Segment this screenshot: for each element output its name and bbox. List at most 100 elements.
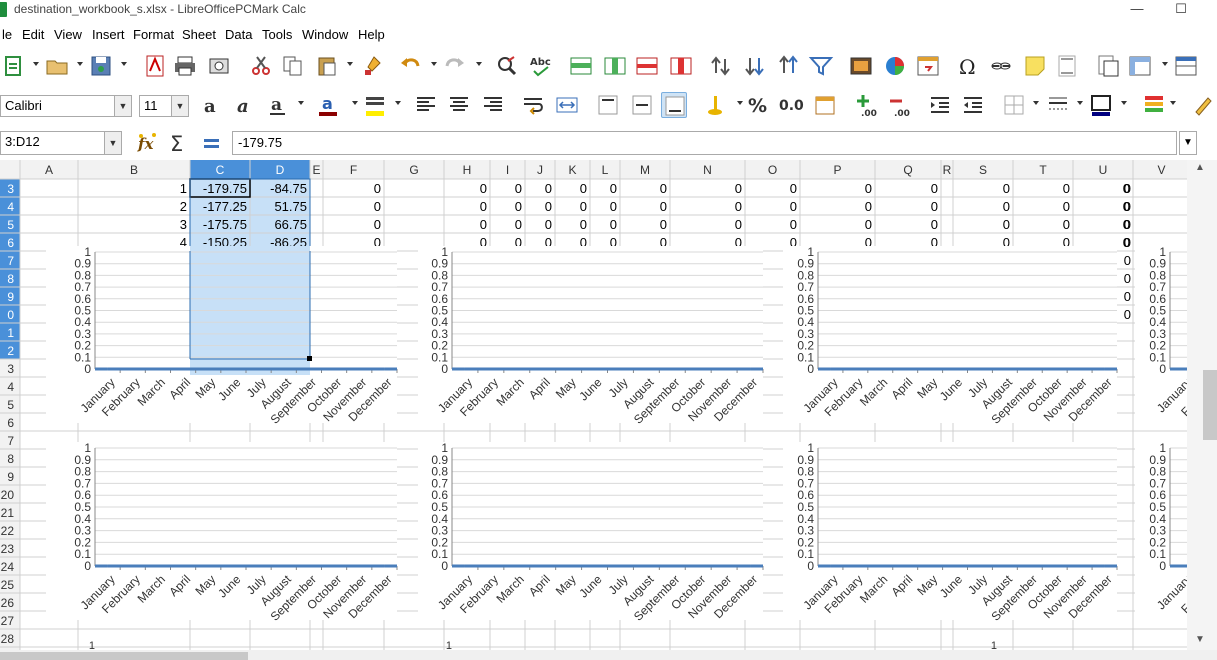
chevron-down-icon[interactable]	[352, 101, 358, 105]
cell-zero-u[interactable]: 0	[1124, 217, 1131, 232]
cell-zero[interactable]: 0	[865, 181, 872, 196]
fill-handle[interactable]	[307, 356, 312, 361]
column-header-A[interactable]: A	[45, 163, 53, 177]
hyperlink-icon[interactable]	[988, 53, 1014, 79]
align-center-icon[interactable]	[446, 92, 472, 118]
chart-3[interactable]: 10.90.80.70.60.50.40.30.20.10JanuaryFebr…	[783, 245, 1118, 427]
row-header-12[interactable]: 5	[7, 398, 14, 412]
chevron-down-icon[interactable]	[431, 62, 437, 66]
row-header-8[interactable]: 1	[7, 326, 14, 340]
cell-zero[interactable]: 0	[515, 181, 522, 196]
row-header-6[interactable]: 9	[7, 290, 14, 304]
freeze-rows-icon[interactable]	[1127, 53, 1153, 79]
special-character-icon[interactable]: Ω	[956, 53, 982, 79]
decrease-indent-icon[interactable]	[960, 92, 986, 118]
row-header-20[interactable]: 23	[1, 542, 15, 556]
open-icon[interactable]	[44, 53, 70, 79]
center-vertically-icon[interactable]	[629, 92, 655, 118]
align-top-icon[interactable]	[595, 92, 621, 118]
chart-1[interactable]: 10.90.80.70.60.50.40.30.20.10JanuaryFebr…	[46, 245, 398, 427]
cell-zero[interactable]: 0	[1003, 199, 1010, 214]
menu-view[interactable]: View	[54, 27, 82, 42]
cell-zero[interactable]: 0	[580, 217, 587, 232]
row-header-13[interactable]: 6	[7, 416, 14, 430]
cell-c[interactable]: -179.75	[203, 181, 247, 196]
menu-insert[interactable]: Insert	[92, 27, 125, 42]
cell-zero[interactable]: 0	[1003, 217, 1010, 232]
cell-zero[interactable]: 0	[790, 181, 797, 196]
percent-icon[interactable]: %	[746, 92, 772, 118]
column-header-D[interactable]: D	[276, 163, 285, 177]
row-header-5[interactable]: 8	[7, 272, 14, 286]
clone-format-icon[interactable]	[360, 53, 386, 79]
font-name-box[interactable]: Calibri ▼	[0, 95, 132, 117]
align-right-icon[interactable]	[480, 92, 506, 118]
scroll-thumb[interactable]	[1203, 370, 1217, 440]
borders-icon[interactable]	[1001, 92, 1027, 118]
cell-zero-u[interactable]: 0	[1124, 199, 1131, 214]
row-header-4[interactable]: 7	[7, 254, 14, 268]
delete-decimal-icon[interactable]: .00	[886, 92, 912, 119]
row-icon[interactable]	[568, 53, 594, 79]
cell-zero[interactable]: 0	[1063, 217, 1070, 232]
column-header-O[interactable]: O	[768, 163, 777, 177]
chevron-down-icon[interactable]: ▼	[171, 96, 188, 116]
column-icon[interactable]	[602, 53, 628, 79]
column-header-M[interactable]: M	[640, 163, 650, 177]
border-color-icon[interactable]	[1088, 92, 1114, 118]
row-header-14[interactable]: 7	[7, 434, 14, 448]
cell-zero[interactable]: 0	[865, 217, 872, 232]
formula-input[interactable]: -179.75	[232, 131, 1177, 155]
cell-zero[interactable]: 0	[545, 217, 552, 232]
cell-zero[interactable]: 0	[931, 181, 938, 196]
column-header-F[interactable]: F	[350, 163, 357, 177]
cell-zero[interactable]: 0	[480, 199, 487, 214]
row-header-18[interactable]: 21	[1, 506, 15, 520]
cut-icon[interactable]	[248, 53, 274, 79]
chevron-down-icon[interactable]	[1162, 62, 1168, 66]
row-header-19[interactable]: 22	[1, 524, 15, 538]
align-left-icon[interactable]	[413, 92, 439, 118]
chart-icon[interactable]	[882, 53, 908, 79]
row-header-9[interactable]: 2	[7, 344, 14, 358]
column-header-K[interactable]: K	[568, 163, 576, 177]
cell-zero[interactable]: 0	[374, 181, 381, 196]
chevron-down-icon[interactable]	[298, 101, 304, 105]
cell-zero[interactable]: 0	[735, 217, 742, 232]
new-icon[interactable]	[0, 53, 26, 79]
spreadsheet-grid[interactable]: A B C D E F G H I J K L M N O P Q R S T U V345678901234567892…	[0, 160, 1187, 650]
chevron-down-icon[interactable]	[1121, 101, 1127, 105]
menu-edit[interactable]: Edit	[22, 27, 44, 42]
border-style-icon[interactable]	[1045, 92, 1071, 118]
cell-zero[interactable]: 0	[545, 199, 552, 214]
menu-tools[interactable]: Tools	[262, 27, 292, 42]
column-header-H[interactable]: H	[463, 163, 472, 177]
row-header-17[interactable]: 20	[1, 488, 15, 502]
copy-icon[interactable]	[280, 53, 306, 79]
minimize-button[interactable]: —	[1122, 0, 1152, 20]
cell-zero-u[interactable]: 0	[1124, 253, 1131, 268]
column-header-L[interactable]: L	[602, 163, 609, 177]
cell-zero[interactable]: 0	[1003, 181, 1010, 196]
cell-zero[interactable]: 0	[545, 181, 552, 196]
chevron-down-icon[interactable]	[77, 62, 83, 66]
row-header-22[interactable]: 25	[1, 578, 15, 592]
row-header-2[interactable]: 5	[7, 218, 14, 232]
cell-zero[interactable]: 0	[931, 217, 938, 232]
scroll-up-icon[interactable]: ▲	[1195, 162, 1205, 173]
chart-4[interactable]: 10.90.80.70.60.50.40.30.20.10JanuaryFebr…	[46, 441, 398, 624]
cell-zero[interactable]: 0	[660, 217, 667, 232]
cell-zero[interactable]: 0	[580, 181, 587, 196]
cell-d[interactable]: -84.75	[270, 181, 307, 196]
column-header-R[interactable]: R	[943, 163, 952, 177]
show-draw-functions-icon[interactable]	[1190, 92, 1216, 118]
menu-format[interactable]: Format	[133, 27, 174, 42]
cell-zero[interactable]: 0	[735, 181, 742, 196]
italic-icon[interactable]: a	[232, 92, 258, 118]
cell-zero[interactable]: 0	[610, 199, 617, 214]
chart-7[interactable]: 10.90.80.70.60.50.40.30.20.10JanuaryFebr…	[1135, 245, 1187, 423]
cell-zero-u[interactable]: 0	[1124, 235, 1131, 250]
sum-icon[interactable]: Σ	[166, 130, 192, 156]
spelling-icon[interactable]: Abc	[528, 53, 554, 79]
font-color-icon[interactable]: a	[315, 92, 341, 118]
